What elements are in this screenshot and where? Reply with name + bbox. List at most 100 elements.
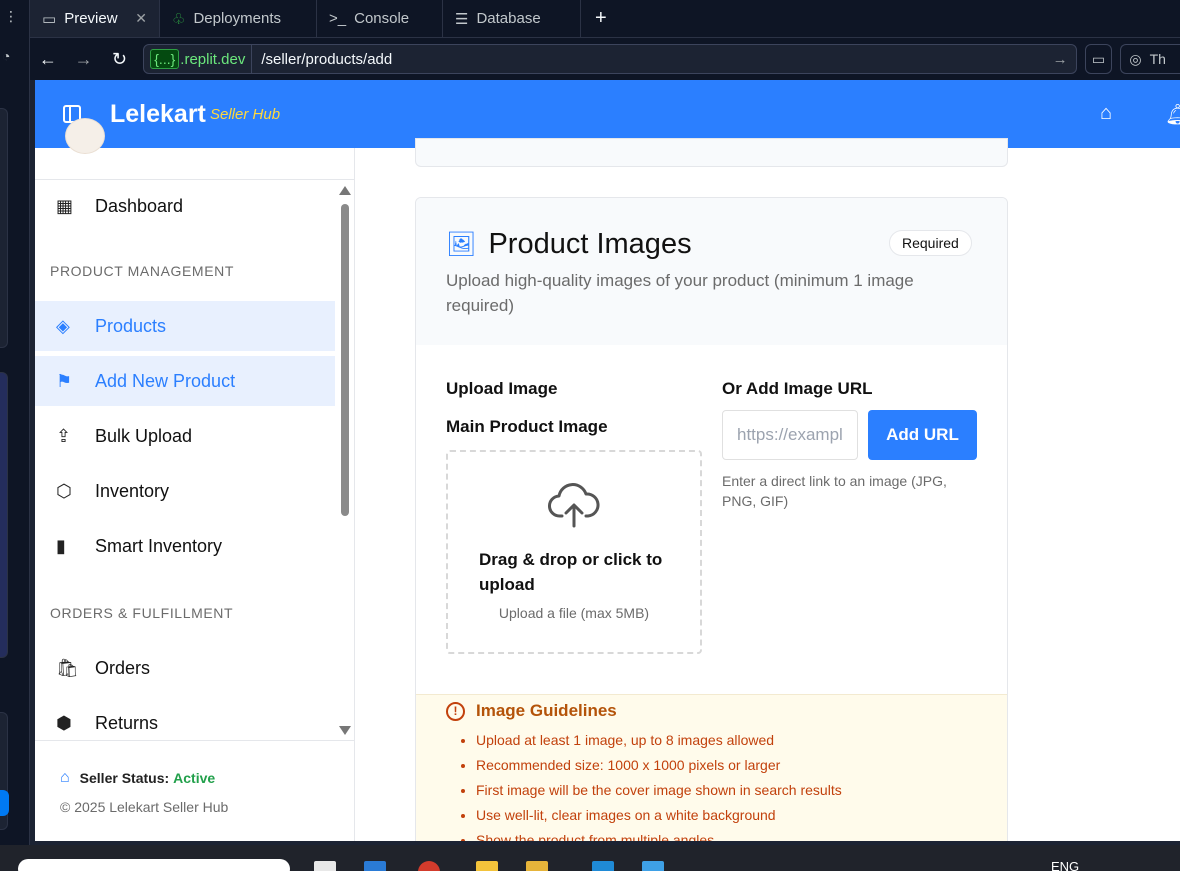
main-content: 🖼︎ Product Images Required Upload high-q…	[355, 138, 1180, 841]
os-taskbar: ENG	[0, 845, 1180, 871]
bar-chart-icon: ▮	[56, 535, 66, 556]
tab-preview[interactable]: ▭ Preview ✕	[30, 0, 160, 37]
url-field[interactable]: {...} .replit.dev /seller/products/add →	[143, 44, 1077, 74]
gauge-icon[interactable]: ◔	[2, 48, 10, 64]
panel-edge	[0, 108, 8, 348]
brand-logo[interactable]: Lelekart	[110, 100, 206, 129]
product-images-card: 🖼︎ Product Images Required Upload high-q…	[415, 197, 1008, 841]
panel-edge	[0, 372, 8, 658]
guidelines-title: ! Image Guidelines	[446, 701, 617, 721]
sidebar-item-bulk-upload[interactable]: ⇪ Bulk Upload	[35, 411, 335, 461]
sidebar-item-label: Add New Product	[95, 370, 236, 391]
alert-circle-icon: !	[446, 701, 465, 721]
card-title: 🖼︎ Product Images	[446, 228, 692, 261]
taskbar-app-icon[interactable]	[592, 861, 614, 871]
sidebar-item-label: Inventory	[95, 480, 170, 501]
guidelines-title-text: Image Guidelines	[476, 701, 617, 720]
sidebar-scrollbar[interactable]	[338, 180, 352, 740]
list-item: Upload at least 1 image, up to 8 images …	[476, 731, 842, 756]
tab-console[interactable]: >_ Console	[317, 0, 443, 37]
image-url-input[interactable]	[722, 410, 858, 460]
taskbar-app-icon[interactable]	[418, 861, 440, 871]
upload-icon: ⇪	[56, 425, 72, 446]
image-dropzone[interactable]: Drag & drop or click to upload Upload a …	[446, 450, 702, 654]
add-tab-button[interactable]: +	[581, 0, 621, 37]
status-label: Seller Status:	[79, 770, 170, 786]
taskbar-app-icon[interactable]	[476, 861, 498, 871]
sidebar-item-add-new-product[interactable]: ⚑ Add New Product	[35, 356, 335, 406]
folder-icon[interactable]	[526, 861, 548, 871]
palette-icon: ◎	[1129, 50, 1142, 67]
brand-subtitle: Seller Hub	[210, 106, 281, 123]
image-plus-icon: 🖼︎	[446, 231, 477, 258]
tab-label: Preview	[64, 10, 118, 27]
sidebar-footer: ⌂ Seller Status: Active © 2025 Lelekart …	[35, 740, 354, 841]
image-url-label: Or Add Image URL	[722, 379, 873, 398]
workspace-left-rail: ⋮ ◔	[0, 0, 30, 845]
tab-label: Console	[354, 10, 410, 27]
list-item: Show the product from multiple angles	[476, 831, 842, 841]
taskbar-app-icon[interactable]	[642, 861, 664, 871]
add-url-button[interactable]: Add URL	[868, 410, 977, 460]
sidebar-item-label: Returns	[95, 712, 159, 733]
guidelines-list: Upload at least 1 image, up to 8 images …	[476, 731, 842, 841]
bookmark-icon: ⚑	[56, 370, 73, 391]
required-badge: Required	[889, 230, 972, 256]
dropzone-subtitle: Upload a file (max 5MB)	[498, 605, 650, 621]
grid-icon: ▦	[56, 195, 74, 216]
sidebar-item-smart-inventory[interactable]: ▮ Smart Inventory	[35, 521, 335, 571]
close-icon[interactable]: ✕	[135, 10, 147, 27]
sidebar-item-products[interactable]: ◈ Products	[35, 301, 335, 351]
arrow-right-icon[interactable]: →	[1053, 51, 1076, 68]
shopping-bag-icon: 🛍︎	[56, 657, 79, 678]
url-domain: .replit.dev	[180, 50, 246, 68]
scroll-up-icon[interactable]	[339, 186, 351, 195]
tab-label: Deployments	[193, 10, 281, 27]
tab-deployments[interactable]: ♧ Deployments	[160, 0, 317, 37]
forward-icon[interactable]: →	[66, 49, 102, 70]
monitor-icon: ▭	[42, 10, 57, 28]
avatar	[65, 118, 105, 154]
more-vertical-icon[interactable]: ⋮	[4, 8, 18, 25]
scroll-thumb[interactable]	[341, 204, 349, 516]
sidebar-item-inventory[interactable]: ⬡ Inventory	[35, 466, 335, 516]
taskbar-app-icon[interactable]	[314, 861, 336, 871]
card-title-text: Product Images	[488, 228, 692, 260]
scroll-down-icon[interactable]	[339, 726, 351, 735]
list-item: Recommended size: 1000 x 1000 pixels or …	[476, 756, 842, 781]
back-icon[interactable]: ←	[30, 49, 66, 70]
divider	[35, 179, 354, 180]
upload-image-label: Upload Image	[446, 379, 558, 398]
list-item: Use well-lit, clear images on a white ba…	[476, 806, 842, 831]
copyright: © 2025 Lelekart Seller Hub	[60, 799, 229, 815]
sidebar-item-label: Bulk Upload	[95, 425, 193, 446]
sidebar-item-label: Orders	[95, 657, 151, 678]
dropzone-title: Drag & drop or click to upload	[479, 550, 663, 594]
workspace-tabbar: ▭ Preview ✕ ♧ Deployments >_ Console ☰ D…	[30, 0, 1180, 38]
url-host: {...} .replit.dev	[144, 45, 253, 73]
terminal-icon: >_	[329, 10, 347, 27]
section-heading: ORDERS & FULFILLMENT	[50, 605, 234, 621]
image-guidelines: ! Image Guidelines Upload at least 1 ima…	[416, 694, 1007, 841]
sidebar-item-label: Products	[95, 315, 167, 336]
previous-section-card	[415, 138, 1008, 167]
reload-icon[interactable]: ↻	[102, 49, 138, 70]
seller-status: ⌂ Seller Status: Active	[60, 769, 215, 787]
theme-label: Th	[1149, 51, 1166, 67]
taskbar-search[interactable]	[18, 859, 290, 871]
url-path[interactable]: /seller/products/add	[252, 51, 1052, 68]
preview-urlbar: ← → ↻ {...} .replit.dev /seller/products/…	[30, 38, 1180, 80]
taskbar-app-icon[interactable]	[364, 861, 386, 871]
store-icon[interactable]: ⌂	[1100, 102, 1112, 125]
sidebar-item-orders[interactable]: 🛍︎ Orders	[35, 643, 335, 693]
package-icon: ⬢	[56, 712, 72, 733]
devtools-button[interactable]: ▭	[1084, 44, 1113, 74]
main-image-label: Main Product Image	[446, 417, 608, 436]
theme-button[interactable]: ◎ Th	[1120, 44, 1180, 74]
bell-icon[interactable]: 🔔︎	[1165, 102, 1180, 127]
tab-database[interactable]: ☰ Database	[443, 0, 581, 37]
language-indicator[interactable]: ENG	[1051, 859, 1079, 871]
list-item: First image will be the cover image show…	[476, 781, 842, 806]
card-description: Upload high-quality images of your produ…	[446, 271, 914, 315]
sidebar-item-dashboard[interactable]: ▦ Dashboard	[35, 181, 335, 231]
